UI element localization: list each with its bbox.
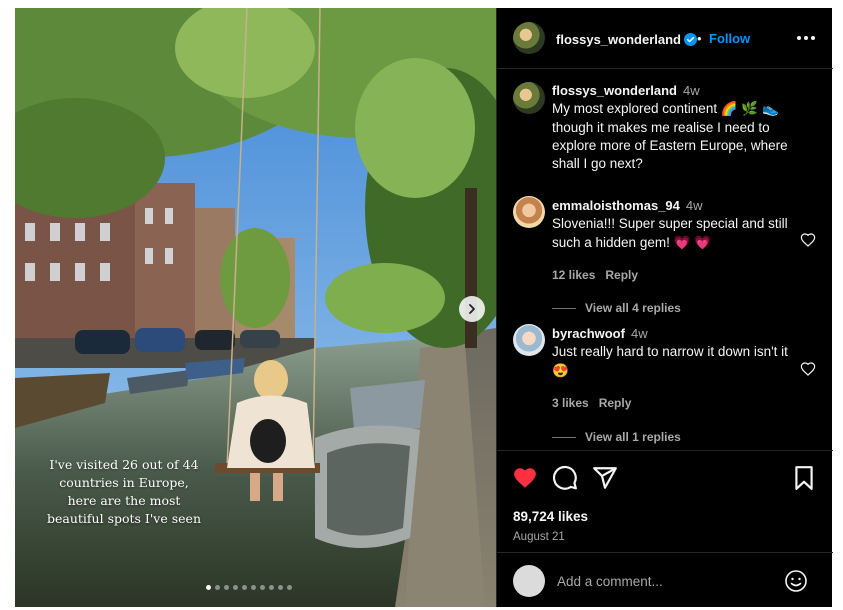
- view-replies-button[interactable]: View all 4 replies: [552, 301, 681, 315]
- comment-like-heart-icon[interactable]: [800, 361, 816, 377]
- follow-button[interactable]: Follow: [709, 31, 750, 46]
- carousel-dot: [260, 585, 265, 590]
- view-replies-button[interactable]: View all 1 replies: [552, 430, 681, 444]
- chevron-right-icon: [469, 304, 475, 314]
- author-username[interactable]: flossys_wonderland: [556, 32, 681, 47]
- overlay-caption: I've visited 26 out of 44 countries in E…: [47, 457, 201, 526]
- carousel-indicator: [206, 585, 292, 590]
- carousel-next-button[interactable]: [459, 296, 485, 322]
- carousel-dot: [251, 585, 256, 590]
- carousel-dot: [278, 585, 283, 590]
- more-icon[interactable]: [794, 28, 818, 48]
- comment-text: Slovenia!!! Super super special and stil…: [552, 216, 788, 250]
- carousel-dot: [215, 585, 220, 590]
- comment-likes[interactable]: 3 likes: [552, 396, 589, 410]
- post-dialog: I've visited 26 out of 44 countries in E…: [15, 8, 833, 607]
- carousel-dot: [242, 585, 247, 590]
- current-user-avatar: [513, 565, 545, 597]
- likes-count[interactable]: 89,724 likes: [513, 509, 588, 524]
- comments-list[interactable]: flossys_wonderland 4w My most explored co…: [497, 70, 833, 450]
- verified-icon: [683, 33, 697, 46]
- comment-username[interactable]: emmaloisthomas_94: [552, 198, 680, 213]
- comment-like-heart-icon[interactable]: [800, 232, 816, 248]
- bookmark-icon[interactable]: [791, 465, 817, 491]
- comment: byrachwoof 4w Just really hard to narrow …: [552, 325, 797, 380]
- post-media[interactable]: I've visited 26 out of 44 countries in E…: [15, 8, 496, 607]
- reply-button[interactable]: Reply: [605, 268, 638, 282]
- post-side-panel: flossys_wonderland • Follow flossys_wond…: [496, 8, 833, 607]
- caption-username[interactable]: flossys_wonderland: [552, 83, 677, 98]
- post-date: August 21: [513, 531, 565, 543]
- comment-meta: 3 likes Reply: [552, 396, 641, 410]
- comment-icon[interactable]: [552, 465, 578, 491]
- reply-button[interactable]: Reply: [599, 396, 632, 410]
- comment-username[interactable]: byrachwoof: [552, 326, 625, 341]
- add-comment-bar: [497, 552, 833, 607]
- comment-time: 4w: [685, 198, 703, 213]
- emoji-icon[interactable]: [784, 569, 808, 593]
- comment-text: Just really hard to narrow it down isn't…: [552, 344, 788, 378]
- caption-text: My most explored continent 🌈 🌿 👟 though …: [552, 101, 788, 172]
- caption-avatar[interactable]: [513, 82, 545, 114]
- carousel-dot: [287, 585, 292, 590]
- comment-meta: 12 likes Reply: [552, 268, 648, 282]
- post-caption: flossys_wonderland 4w My most explored co…: [552, 82, 812, 173]
- post-header: flossys_wonderland • Follow: [497, 8, 833, 69]
- share-icon[interactable]: [592, 465, 618, 491]
- header-separator: •: [697, 31, 702, 46]
- author-avatar[interactable]: [513, 22, 545, 54]
- carousel-dot: [206, 585, 211, 590]
- caption-time: 4w: [682, 83, 700, 98]
- comment: emmaloisthomas_94 4w Slovenia!!! Super su…: [552, 197, 797, 252]
- carousel-dot: [224, 585, 229, 590]
- post-actions: 89,724 likes August 21: [497, 450, 833, 552]
- comment-avatar[interactable]: [513, 324, 545, 356]
- heart-icon[interactable]: [512, 465, 538, 491]
- carousel-dot: [269, 585, 274, 590]
- comment-avatar[interactable]: [513, 196, 545, 228]
- comment-likes[interactable]: 12 likes: [552, 268, 595, 282]
- comment-time: 4w: [630, 326, 648, 341]
- comment-input[interactable]: [557, 567, 777, 595]
- carousel-dot: [233, 585, 238, 590]
